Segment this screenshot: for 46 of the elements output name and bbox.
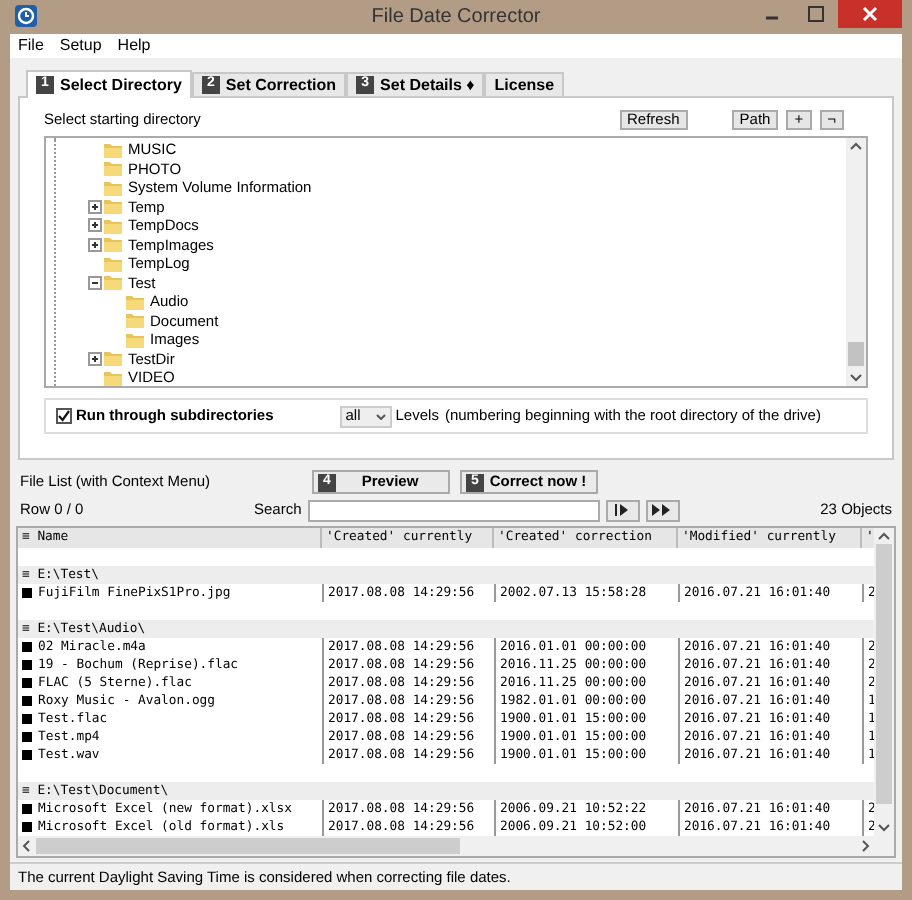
maximize-icon — [808, 6, 824, 22]
scroll-down-icon[interactable] — [850, 374, 862, 382]
scroll-down-icon[interactable] — [878, 824, 890, 832]
menu-item[interactable]: Help — [117, 34, 151, 58]
scroll-right-icon[interactable] — [862, 840, 870, 852]
window-title: File Date Corrector — [371, 4, 541, 32]
vertical-scrollbar[interactable] — [846, 138, 866, 386]
checkmark-icon — [58, 410, 70, 422]
scroll-up-icon[interactable] — [850, 142, 862, 150]
close-button[interactable] — [838, 0, 902, 28]
folder-icon — [104, 255, 122, 272]
folder-icon — [104, 369, 122, 386]
next-match-button[interactable] — [605, 499, 640, 521]
scroll-left-icon[interactable] — [22, 840, 30, 852]
folder-icon — [126, 312, 144, 329]
search-field[interactable] — [307, 499, 600, 521]
expand-icon[interactable] — [87, 237, 101, 252]
tab[interactable]: License — [484, 72, 565, 96]
vertical-scrollbar[interactable] — [874, 528, 894, 836]
close-icon — [862, 6, 878, 22]
expand-icon[interactable] — [87, 199, 101, 214]
folder-icon — [104, 179, 122, 196]
folder-icon — [104, 274, 122, 291]
folder-icon — [104, 350, 122, 367]
app-icon — [14, 4, 38, 28]
horizontal-scrollbar[interactable] — [18, 836, 894, 856]
folder-icon — [104, 141, 122, 158]
expand-icon[interactable] — [87, 218, 101, 233]
scrollbar-thumb[interactable] — [36, 838, 460, 854]
menu-item[interactable]: Setup — [59, 34, 102, 58]
menu-item[interactable]: File — [18, 34, 44, 58]
folder-icon — [126, 293, 144, 310]
folder-icon — [104, 198, 122, 215]
scrollbar-thumb[interactable] — [876, 544, 892, 804]
expand-icon[interactable] — [87, 351, 101, 366]
folder-icon — [126, 331, 144, 348]
collapse-icon[interactable] — [87, 275, 101, 290]
folder-icon — [104, 160, 122, 177]
scroll-up-icon[interactable] — [878, 532, 890, 540]
file-icon — [22, 588, 32, 598]
folder-icon — [104, 217, 122, 234]
fast-forward-icon — [652, 504, 673, 516]
scrollbar-thumb[interactable] — [848, 342, 864, 366]
last-match-button[interactable] — [645, 499, 680, 521]
step-forward-icon — [614, 504, 631, 516]
folder-icon — [104, 236, 122, 253]
